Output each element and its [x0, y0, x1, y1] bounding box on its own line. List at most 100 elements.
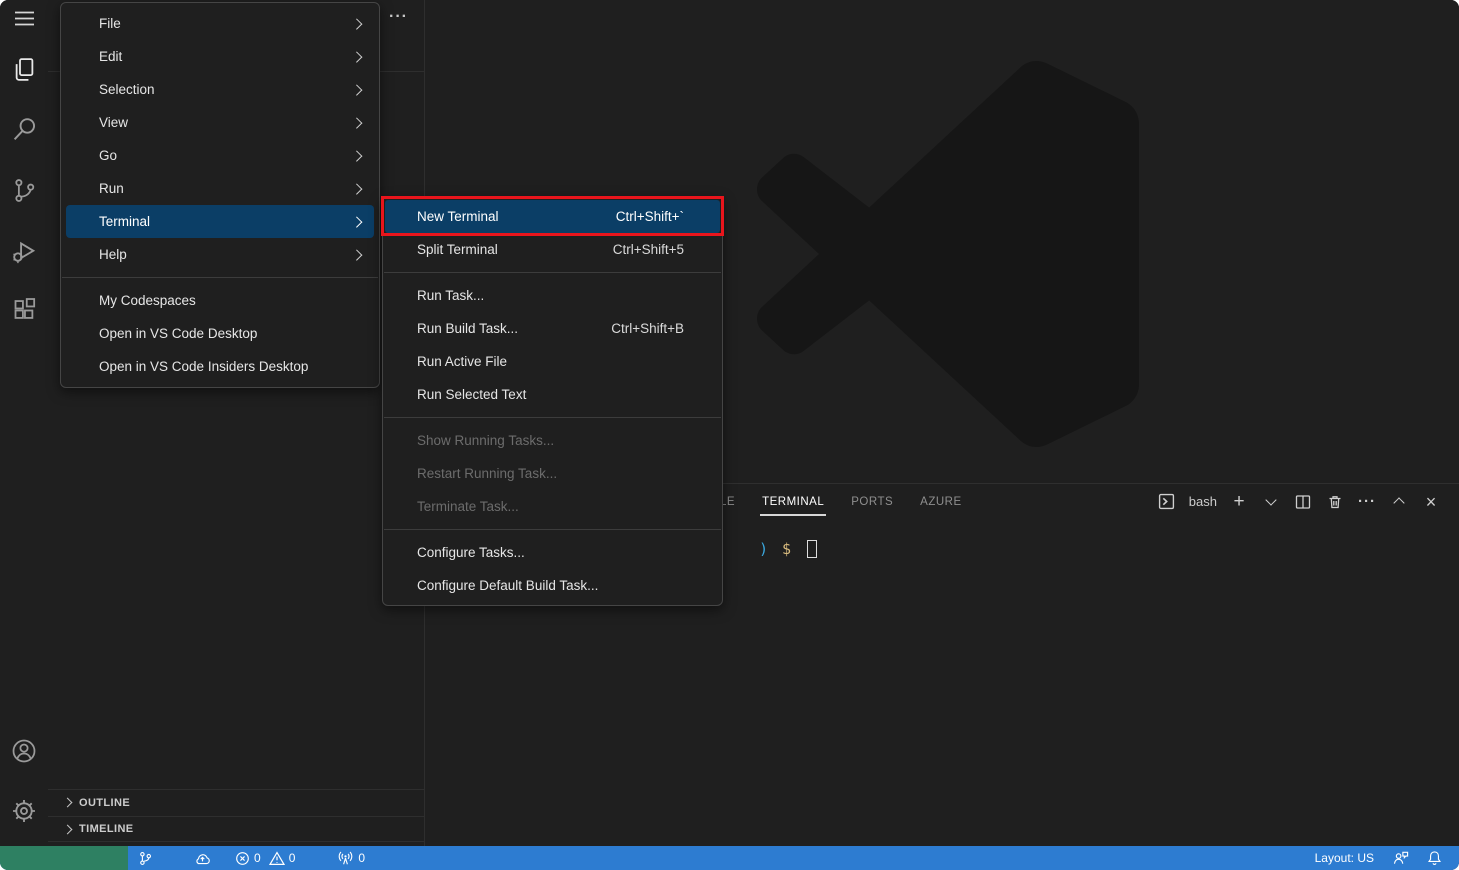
menu-item-label: Open in VS Code Desktop: [99, 326, 257, 341]
chevron-right-icon: [351, 117, 362, 128]
panel-tab-bar: LE TERMINAL PORTS AZURE: [720, 484, 962, 519]
menu-item-open-vscode-insiders-desktop[interactable]: Open in VS Code Insiders Desktop: [66, 350, 374, 383]
submenu-item-label: Run Active File: [417, 354, 507, 369]
submenu-item-label: Configure Tasks...: [417, 545, 525, 560]
menu-item-run[interactable]: Run: [66, 172, 374, 205]
ports-status-item[interactable]: 0: [330, 846, 372, 870]
terminal-shell-label[interactable]: bash: [1189, 492, 1217, 512]
problems-status-item[interactable]: 0 0: [228, 846, 302, 870]
menu-item-file[interactable]: File: [66, 7, 374, 40]
submenu-item-run-task[interactable]: Run Task...: [385, 279, 720, 312]
keybinding-label: Ctrl+Shift+`: [616, 209, 684, 224]
plus-icon: +: [1233, 492, 1244, 511]
launch-profile-dropdown[interactable]: [1261, 492, 1281, 512]
submenu-item-label: New Terminal: [417, 209, 499, 224]
menu-item-label: My Codespaces: [99, 293, 196, 308]
cloud-status-item[interactable]: [187, 846, 218, 870]
submenu-item-configure-tasks[interactable]: Configure Tasks...: [385, 536, 720, 569]
menu-item-label: Go: [99, 148, 117, 163]
submenu-item-split-terminal[interactable]: Split Terminal Ctrl+Shift+5: [385, 233, 720, 266]
application-menu-button[interactable]: [0, 4, 48, 38]
branch-status-item[interactable]: [131, 846, 160, 870]
close-icon: ×: [1426, 493, 1437, 511]
layout-label: Layout: US: [1315, 851, 1374, 865]
sidebar-item-explorer[interactable]: [0, 55, 48, 89]
menu-item-my-codespaces[interactable]: My Codespaces: [66, 284, 374, 317]
menu-separator: [384, 272, 721, 273]
terminal-submenu: New Terminal Ctrl+Shift+` Split Terminal…: [382, 196, 723, 606]
chevron-down-icon: [1265, 494, 1276, 505]
kill-terminal-button[interactable]: [1325, 492, 1345, 512]
terminal-content[interactable]: ) $: [759, 540, 817, 558]
menu-item-label: Help: [99, 247, 127, 262]
menu-separator: [384, 417, 721, 418]
menu-item-help[interactable]: Help: [66, 238, 374, 271]
git-branch-icon: [138, 851, 153, 866]
remote-indicator[interactable]: [0, 846, 128, 870]
menu-separator: [62, 277, 378, 278]
panel-more-actions-button[interactable]: ···: [1357, 492, 1377, 512]
submenu-item-configure-default-build-task[interactable]: Configure Default Build Task...: [385, 569, 720, 602]
submenu-item-run-active-file[interactable]: Run Active File: [385, 345, 720, 378]
submenu-item-label: Split Terminal: [417, 242, 498, 257]
application-menu: File Edit Selection View Go Run Terminal…: [60, 2, 380, 388]
radio-tower-icon: [337, 850, 354, 866]
chevron-right-icon: [351, 183, 362, 194]
sidebar-item-search[interactable]: [0, 115, 48, 149]
section-label: OUTLINE: [79, 797, 130, 809]
sidebar-section-timeline[interactable]: TIMELINE: [48, 816, 424, 842]
split-icon: [1295, 494, 1311, 510]
panel-tab-azure[interactable]: AZURE: [920, 496, 961, 508]
sidebar-item-run-debug[interactable]: [0, 236, 48, 270]
menu-item-terminal[interactable]: Terminal: [66, 205, 374, 238]
search-icon: [11, 116, 38, 148]
close-panel-button[interactable]: ×: [1421, 492, 1441, 512]
source-control-icon: [11, 177, 38, 209]
ellipsis-icon: ···: [1358, 493, 1376, 510]
chevron-right-icon: [63, 798, 73, 808]
chevron-right-icon: [63, 824, 73, 834]
layout-indicator[interactable]: Layout: US: [1308, 846, 1381, 870]
panel-actions: bash + ··· ×: [1157, 484, 1441, 519]
menu-item-label: Run: [99, 181, 124, 196]
menu-item-selection[interactable]: Selection: [66, 73, 374, 106]
sidebar-section-outline[interactable]: OUTLINE: [48, 789, 424, 815]
submenu-item-label: Show Running Tasks...: [417, 433, 554, 448]
submenu-item-run-build-task[interactable]: Run Build Task... Ctrl+Shift+B: [385, 312, 720, 345]
chevron-right-icon: [351, 18, 362, 29]
menu-item-open-vscode-desktop[interactable]: Open in VS Code Desktop: [66, 317, 374, 350]
settings-button[interactable]: [0, 796, 48, 830]
menu-item-edit[interactable]: Edit: [66, 40, 374, 73]
status-bar-right: Layout: US: [1308, 846, 1459, 870]
new-terminal-button[interactable]: +: [1229, 492, 1249, 512]
menu-item-label: Terminal: [99, 214, 150, 229]
maximize-panel-button[interactable]: [1389, 492, 1409, 512]
sidebar-item-source-control[interactable]: [0, 176, 48, 210]
keybinding-label: Ctrl+Shift+5: [613, 242, 684, 257]
extensions-icon: [11, 297, 38, 329]
vscode-window: ··· OUTLINE TIMELINE LE TERMINAL PORTS A…: [0, 0, 1459, 870]
files-icon: [11, 56, 38, 88]
sidebar-item-extensions[interactable]: [0, 296, 48, 330]
notifications-button[interactable]: [1420, 846, 1449, 870]
menu-item-view[interactable]: View: [66, 106, 374, 139]
hamburger-icon: [15, 11, 34, 31]
submenu-item-run-selected-text[interactable]: Run Selected Text: [385, 378, 720, 411]
submenu-item-new-terminal[interactable]: New Terminal Ctrl+Shift+`: [385, 200, 720, 233]
more-actions-icon: ···: [389, 8, 408, 25]
menu-item-go[interactable]: Go: [66, 139, 374, 172]
submenu-item-label: Run Task...: [417, 288, 484, 303]
submenu-item-label: Terminate Task...: [417, 499, 519, 514]
account-button[interactable]: [0, 736, 48, 770]
menu-item-label: Open in VS Code Insiders Desktop: [99, 359, 308, 374]
submenu-item-show-running-tasks: Show Running Tasks...: [385, 424, 720, 457]
split-terminal-button[interactable]: [1293, 492, 1313, 512]
panel-tab-ports[interactable]: PORTS: [851, 496, 893, 508]
account-icon: [10, 737, 38, 770]
feedback-button[interactable]: [1385, 846, 1416, 870]
views-and-more-actions-button[interactable]: ···: [389, 8, 408, 26]
activity-bar: [0, 0, 48, 846]
panel-tab-terminal[interactable]: TERMINAL: [762, 496, 824, 508]
submenu-item-label: Run Build Task...: [417, 321, 518, 336]
menu-item-label: File: [99, 16, 121, 31]
